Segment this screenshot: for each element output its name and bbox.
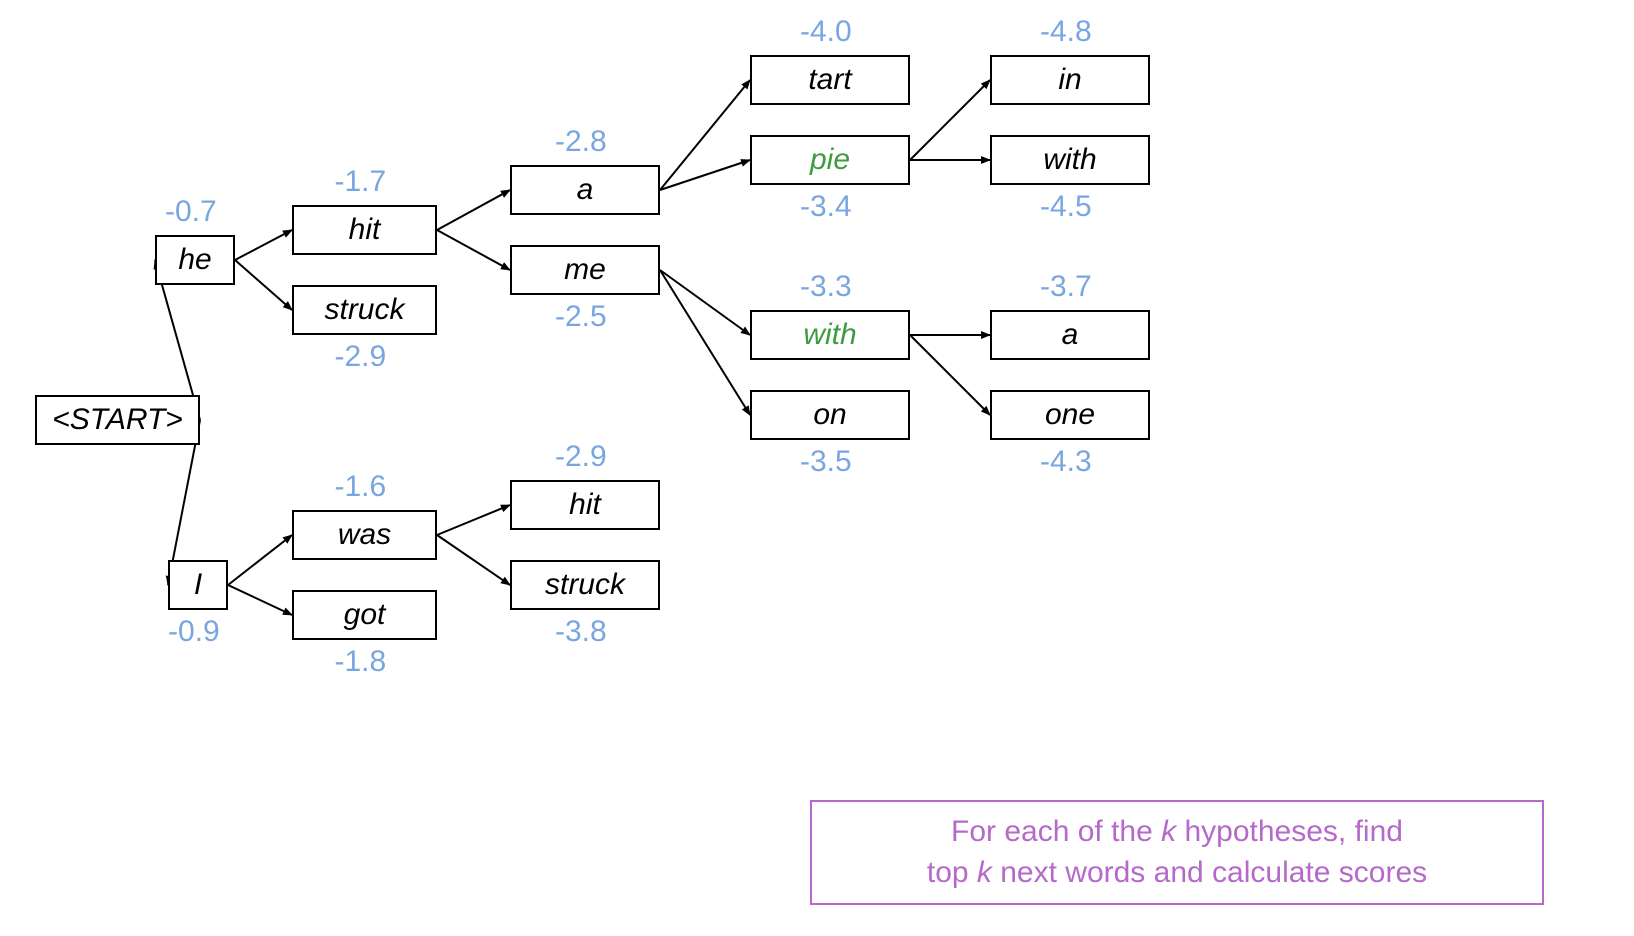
node-a2: a — [990, 310, 1150, 360]
node-label: hit — [569, 488, 601, 522]
node-struck1: struck — [292, 285, 437, 335]
node-label: me — [564, 253, 606, 287]
edge-I-was — [228, 535, 292, 585]
score-pie: -3.4 — [800, 190, 852, 224]
node-label: got — [344, 598, 386, 632]
node-label: hit — [349, 213, 381, 247]
score-hit1: -1.7 — [335, 165, 387, 199]
caption-text: For each of the k hypotheses, find top k… — [927, 815, 1427, 889]
score-got: -1.8 — [335, 645, 387, 679]
edge-was-hit2 — [437, 505, 510, 535]
score-one: -4.3 — [1040, 445, 1092, 479]
score-me: -2.5 — [555, 300, 607, 334]
node-pie: pie — [750, 135, 910, 185]
edge-he-struck1 — [235, 260, 292, 310]
score-with1: -3.3 — [800, 270, 852, 304]
score-a2: -3.7 — [1040, 270, 1092, 304]
node-struck2: struck — [510, 560, 660, 610]
node-with2: with — [990, 135, 1150, 185]
node-label: in — [1058, 63, 1081, 97]
node-he: he — [155, 235, 235, 285]
edge-me-with1 — [660, 270, 750, 335]
edge-I-got — [228, 585, 292, 615]
node-tart: tart — [750, 55, 910, 105]
caption-part: For each of the — [951, 815, 1161, 848]
score-was: -1.6 — [335, 470, 387, 504]
node-with1: with — [750, 310, 910, 360]
edge-hit1-me — [437, 230, 510, 270]
caption-part: hypotheses, find — [1176, 815, 1403, 848]
node-label: struck — [324, 293, 404, 327]
node-label: I — [194, 568, 202, 602]
caption-box: For each of the k hypotheses, find top k… — [810, 800, 1544, 905]
caption-k: k — [977, 856, 992, 889]
node-was: was — [292, 510, 437, 560]
score-hit2: -2.9 — [555, 440, 607, 474]
node-in: in — [990, 55, 1150, 105]
score-struck2: -3.8 — [555, 615, 607, 649]
edge-he-hit1 — [235, 230, 292, 260]
caption-part: next words and calculate scores — [992, 856, 1427, 889]
caption-k: k — [1161, 815, 1176, 848]
node-start: <START> — [35, 395, 200, 445]
score-a1: -2.8 — [555, 125, 607, 159]
edge-a1-pie — [660, 160, 750, 190]
node-label: he — [178, 243, 211, 277]
score-on: -3.5 — [800, 445, 852, 479]
node-label: pie — [810, 143, 850, 177]
node-label: on — [813, 398, 846, 432]
node-got: got — [292, 590, 437, 640]
edge-pie-in — [910, 80, 990, 160]
edge-was-struck2 — [437, 535, 510, 585]
score-in: -4.8 — [1040, 15, 1092, 49]
node-hit1: hit — [292, 205, 437, 255]
node-label: struck — [545, 568, 625, 602]
score-with2: -4.5 — [1040, 190, 1092, 224]
node-a1: a — [510, 165, 660, 215]
node-label: a — [1062, 318, 1079, 352]
edge-hit1-a1 — [437, 190, 510, 230]
node-label: a — [577, 173, 594, 207]
score-tart: -4.0 — [800, 15, 852, 49]
score-I: -0.9 — [168, 615, 220, 649]
node-I: I — [168, 560, 228, 610]
node-on: on — [750, 390, 910, 440]
caption-part: top — [927, 856, 977, 889]
node-me: me — [510, 245, 660, 295]
node-label: with — [1043, 143, 1096, 177]
node-label: <START> — [52, 403, 183, 437]
node-hit2: hit — [510, 480, 660, 530]
node-label: tart — [808, 63, 851, 97]
node-label: was — [338, 518, 391, 552]
node-label: one — [1045, 398, 1095, 432]
edge-me-on — [660, 270, 750, 415]
edge-with1-one — [910, 335, 990, 415]
node-label: with — [803, 318, 856, 352]
node-one: one — [990, 390, 1150, 440]
score-he: -0.7 — [165, 195, 217, 229]
edge-a1-tart — [660, 80, 750, 190]
score-struck1: -2.9 — [335, 340, 387, 374]
